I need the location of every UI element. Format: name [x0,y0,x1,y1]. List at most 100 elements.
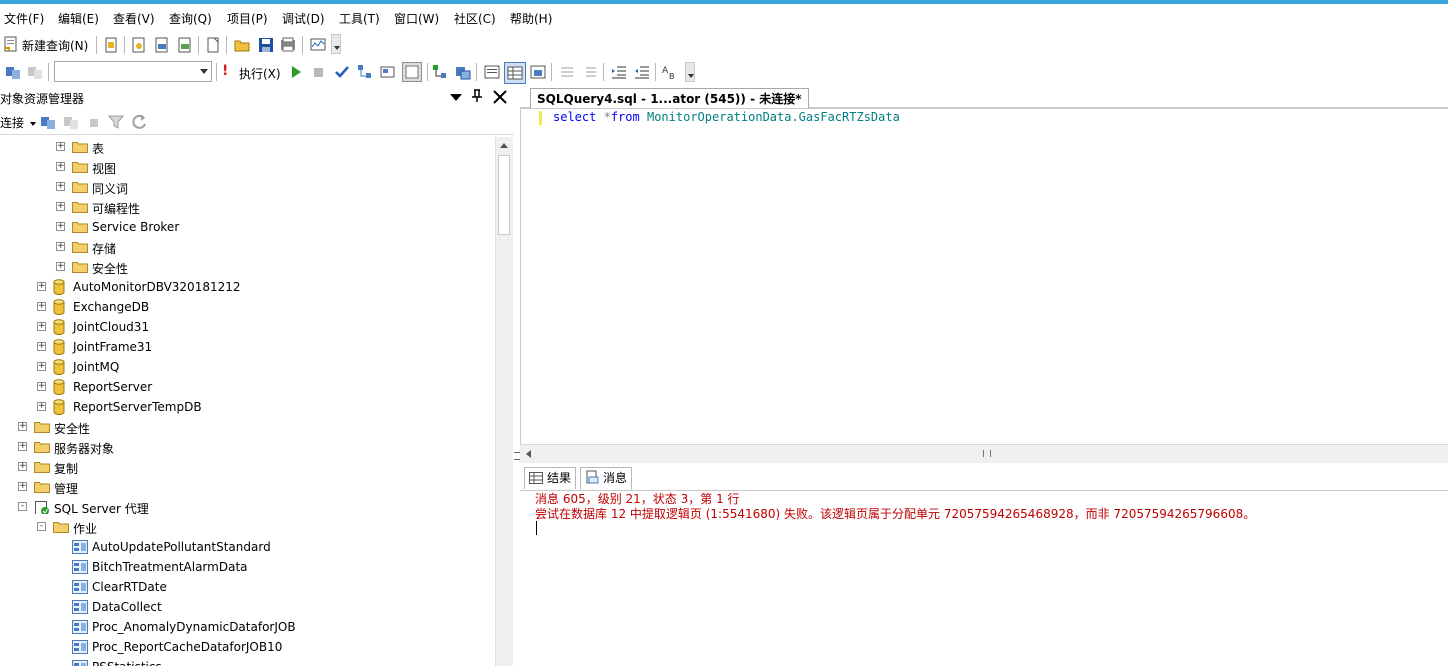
collapse-toggle[interactable]: - [18,502,27,511]
expand-toggle[interactable]: + [18,422,27,431]
scrollbar-thumb[interactable] [498,155,510,235]
tree-node[interactable]: Proc_ReportCacheDataforJOB10 [0,637,490,657]
available-databases-select[interactable] [54,61,212,82]
tree-node[interactable]: + ExchangeDB [0,297,490,317]
pin-icon[interactable] [471,89,483,103]
stop-icon[interactable] [86,114,102,130]
tree-node[interactable]: + JointCloud31 [0,317,490,337]
tree-node[interactable]: PSStatistics [0,657,490,666]
tree-node[interactable]: - SQL Server 代理 [0,497,490,517]
tree-node[interactable]: - 作业 [0,517,490,537]
tab-sqlquery4[interactable]: SQLQuery4.sql - 1...ator (545)) - 未连接* [530,88,809,109]
menu-community[interactable]: 社区(C) [454,10,496,27]
scroll-left-arrow-icon[interactable] [526,450,531,458]
disconnect-icon[interactable] [27,64,43,80]
expand-toggle[interactable]: + [18,442,27,451]
xmla-query-icon[interactable] [177,37,193,53]
scroll-up-arrow-icon[interactable] [500,143,508,148]
expand-toggle[interactable]: + [37,302,46,311]
object-explorer-scrollbar[interactable] [495,137,513,666]
tree-node[interactable]: + ReportServer [0,377,490,397]
tab-messages[interactable]: 消息 [580,467,633,490]
tree-node[interactable]: + 安全性 [0,417,490,437]
estimated-plan-icon[interactable] [357,64,373,80]
expand-toggle[interactable]: + [56,202,65,211]
menu-file[interactable]: 文件(F) [4,10,44,27]
editor-horizontal-scrollbar[interactable] [520,444,1448,463]
collapse-toggle[interactable]: - [37,522,46,531]
analysis-query-icon[interactable] [131,37,147,53]
increase-indent-icon[interactable] [634,64,650,80]
menu-query[interactable]: 查询(Q) [169,10,212,27]
toolbar-overflow-button[interactable] [685,62,695,82]
filter-icon[interactable] [108,114,124,130]
expand-toggle[interactable]: + [37,402,46,411]
results-to-file-icon[interactable] [530,64,546,80]
expand-toggle[interactable]: + [37,362,46,371]
connect-object-explorer-icon[interactable] [40,114,56,130]
tree-node[interactable]: Proc_AnomalyDynamicDataforJOB [0,617,490,637]
tree-node[interactable]: + 存储 [0,237,490,257]
expand-toggle[interactable]: + [56,222,65,231]
tree-node[interactable]: BitchTreatmentAlarmData [0,557,490,577]
connect-icon[interactable] [5,64,21,80]
expand-toggle[interactable]: + [56,142,65,151]
new-file-icon[interactable] [205,37,221,53]
expand-toggle[interactable]: + [37,382,46,391]
tree-node[interactable]: + JointMQ [0,357,490,377]
mdx-query-icon[interactable] [154,37,170,53]
debug-play-icon[interactable] [288,64,304,80]
expand-toggle[interactable]: + [18,462,27,471]
activity-monitor-icon[interactable] [310,37,326,53]
options-icon[interactable] [402,62,422,82]
tree-node[interactable]: + 表 [0,137,490,157]
disconnect-icon[interactable] [63,114,79,130]
stop-icon[interactable] [311,64,327,80]
menu-view[interactable]: 查看(V) [113,10,155,27]
expand-toggle[interactable]: + [56,162,65,171]
connect-dropdown-button[interactable]: 连接 [0,114,36,131]
menu-edit[interactable]: 编辑(E) [58,10,99,27]
tree-node[interactable]: DataCollect [0,597,490,617]
refresh-icon[interactable] [131,114,147,130]
menu-window[interactable]: 窗口(W) [394,10,439,27]
expand-toggle[interactable]: + [56,262,65,271]
results-to-text-icon[interactable] [484,64,500,80]
menu-tools[interactable]: 工具(T) [339,10,380,27]
tree-node[interactable]: + 复制 [0,457,490,477]
include-actual-plan-icon[interactable] [432,64,448,80]
tree-node[interactable]: + 管理 [0,477,490,497]
comment-lines-icon[interactable] [559,64,575,80]
menu-debug[interactable]: 调试(D) [282,10,325,27]
open-folder-icon[interactable] [234,37,250,53]
database-engine-query-icon[interactable] [103,37,119,53]
tree-node[interactable]: + AutoMonitorDBV320181212 [0,277,490,297]
toolbar-overflow-button[interactable] [331,34,341,54]
uncomment-lines-icon[interactable] [582,64,598,80]
tree-node[interactable]: AutoUpdatePollutantStandard [0,537,490,557]
expand-toggle[interactable]: + [18,482,27,491]
decrease-indent-icon[interactable] [611,64,627,80]
close-icon[interactable] [493,90,507,104]
tree-node[interactable]: + Service Broker [0,217,490,237]
results-to-grid-icon[interactable] [504,62,526,84]
tree-node[interactable]: + 视图 [0,157,490,177]
tree-node[interactable]: + JointFrame31 [0,337,490,357]
expand-toggle[interactable]: + [37,282,46,291]
tree-node[interactable]: ClearRTDate [0,577,490,597]
tree-node[interactable]: + 服务器对象 [0,437,490,457]
tree-node[interactable]: + 安全性 [0,257,490,277]
save-all-icon[interactable] [280,37,296,53]
sql-code-editor[interactable]: select *from MonitorOperationData.GasFac… [520,108,1448,446]
expand-toggle[interactable]: + [56,242,65,251]
expand-toggle[interactable]: + [37,322,46,331]
save-icon[interactable] [258,37,274,53]
scrollbar-grip-icon[interactable] [983,450,991,457]
menu-project[interactable]: 项目(P) [227,10,268,27]
tree-node[interactable]: + 可编程性 [0,197,490,217]
tree-node[interactable]: + ReportServerTempDB [0,397,490,417]
parse-checkmark-icon[interactable] [334,64,350,80]
expand-toggle[interactable]: + [56,182,65,191]
specify-template-values-icon[interactable]: AB [662,64,678,80]
panel-menu-dropdown-icon[interactable] [450,94,462,101]
